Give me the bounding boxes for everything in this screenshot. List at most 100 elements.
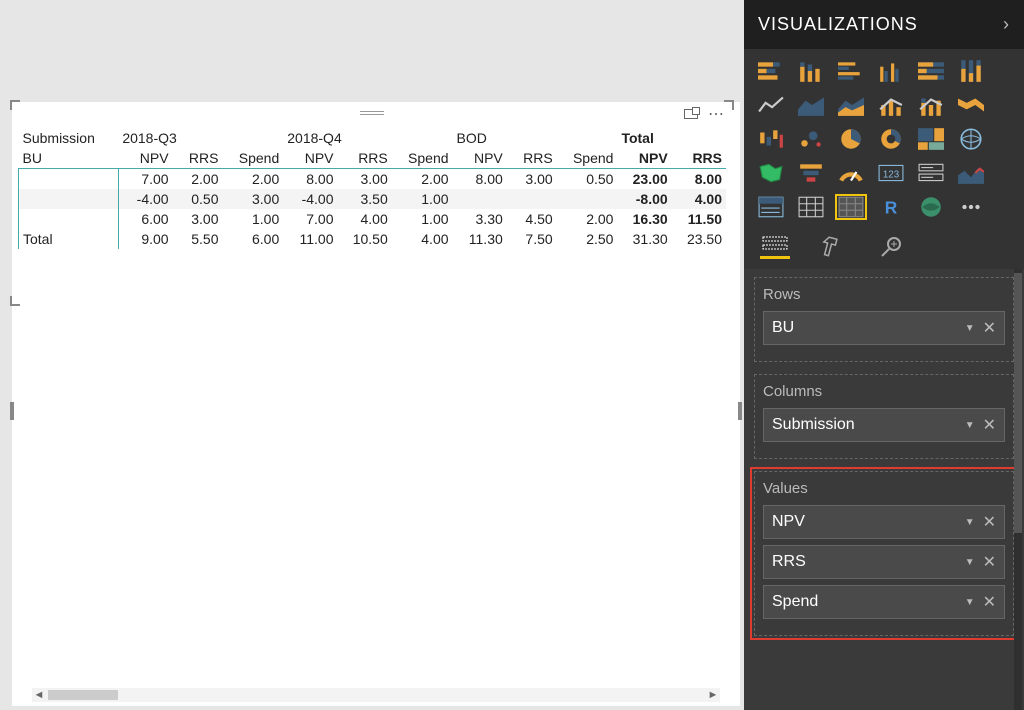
m-rrs-1: RRS [338, 148, 392, 169]
m-spend-1: Spend [392, 148, 453, 169]
pill-label: Spend [772, 593, 818, 611]
pill-label: BU [772, 319, 794, 337]
map-icon[interactable] [956, 127, 986, 151]
pill-label: NPV [772, 513, 805, 531]
matrix-icon[interactable] [836, 195, 866, 219]
field-pill-npv[interactable]: NPV ▼ ✕ [763, 505, 1005, 539]
m-npv-1: NPV [283, 148, 337, 169]
clustered-bar-icon[interactable] [836, 59, 866, 83]
field-pill-submission[interactable]: Submission ▼✕ [763, 408, 1005, 442]
rows-label: Rows [763, 286, 1005, 303]
line-stacked-icon[interactable] [916, 93, 946, 117]
pie-chart-icon[interactable] [836, 127, 866, 151]
panel-scrollbar[interactable] [1014, 269, 1022, 710]
funnel-chart-icon[interactable] [796, 161, 826, 185]
m-rrs-t: RRS [672, 148, 726, 169]
m-npv-t: NPV [617, 148, 671, 169]
col-group-2: BOD [453, 128, 618, 148]
scroll-left-icon[interactable]: ◄ [32, 689, 46, 701]
chevron-right-icon[interactable]: › [1003, 14, 1010, 35]
scatter-chart-icon[interactable] [796, 127, 826, 151]
scroll-thumb[interactable] [48, 690, 118, 700]
remove-icon[interactable]: ✕ [983, 552, 996, 572]
row-field-header: Submission [19, 128, 119, 148]
col-group-0: 2018-Q3 [118, 128, 283, 148]
remove-icon[interactable]: ✕ [983, 592, 996, 612]
canvas-page: ⋯ Submission 2018-Q3 [12, 102, 740, 706]
gauge-icon[interactable] [836, 161, 866, 185]
field-pill-rrs[interactable]: RRS ▼ ✕ [763, 545, 1005, 579]
stacked-column-100-icon[interactable] [956, 59, 986, 83]
line-chart-icon[interactable] [756, 93, 786, 117]
remove-icon[interactable]: ✕ [983, 512, 996, 532]
donut-chart-icon[interactable] [876, 127, 906, 151]
report-canvas[interactable]: ⋯ Submission 2018-Q3 [0, 0, 744, 710]
field-pill-bu[interactable]: BU ▼ ✕ [763, 311, 1005, 345]
area-chart-icon[interactable] [796, 93, 826, 117]
stacked-area-icon[interactable] [836, 93, 866, 117]
m-npv-0: NPV [118, 148, 172, 169]
stacked-column-icon[interactable] [796, 59, 826, 83]
remove-icon[interactable]: ✕ [983, 415, 996, 435]
chevron-down-icon[interactable]: ▼ [965, 557, 975, 568]
horizontal-scrollbar[interactable]: ◄ ► [32, 688, 720, 702]
more-options-icon[interactable]: ⋯ [708, 104, 724, 124]
table-row: 6.00 3.00 1.00 7.00 4.00 1.00 3.30 4.50 … [19, 209, 727, 229]
waterfall-icon[interactable] [756, 127, 786, 151]
table-row: 7.00 2.00 2.00 8.00 3.00 2.00 8.00 3.00 … [19, 169, 727, 190]
svg-text:R: R [885, 198, 898, 218]
card-icon[interactable]: 123 [876, 161, 906, 185]
chevron-down-icon[interactable]: ▼ [965, 420, 975, 431]
panel-scroll-thumb[interactable] [1014, 273, 1022, 533]
m-rrs-2: RRS [507, 148, 557, 169]
remove-icon[interactable]: ✕ [983, 318, 996, 338]
m-spend-2: Spend [557, 148, 618, 169]
columns-well[interactable]: Columns Submission ▼✕ [754, 374, 1014, 459]
m-npv-2: NPV [453, 148, 507, 169]
more-visuals-icon[interactable] [956, 195, 986, 219]
visual-header[interactable]: ⋯ [12, 102, 732, 124]
spacer [996, 59, 1024, 83]
table-icon[interactable] [796, 195, 826, 219]
panel-header[interactable]: VISUALIZATIONS › [744, 0, 1024, 49]
matrix-visual[interactable]: ⋯ Submission 2018-Q3 [12, 102, 732, 302]
focus-mode-icon[interactable] [684, 109, 698, 119]
col-group-1: 2018-Q4 [283, 128, 452, 148]
slicer-icon[interactable] [756, 195, 786, 219]
stacked-bar-icon[interactable] [756, 59, 786, 83]
visualizations-panel: VISUALIZATIONS › 123 R [744, 0, 1024, 710]
resize-handle-right[interactable] [738, 402, 742, 420]
drag-grip-icon[interactable] [360, 108, 384, 118]
chevron-down-icon[interactable]: ▼ [965, 597, 975, 608]
treemap-icon[interactable] [916, 127, 946, 151]
clustered-column-icon[interactable] [876, 59, 906, 83]
tab-fields[interactable] [760, 235, 790, 259]
chevron-down-icon[interactable]: ▼ [965, 517, 975, 528]
field-pill-spend[interactable]: Spend ▼ ✕ [763, 585, 1005, 619]
total-label: Total [19, 229, 119, 249]
rows-well[interactable]: Rows BU ▼ ✕ [754, 277, 1014, 362]
line-clustered-icon[interactable] [876, 93, 906, 117]
tab-format[interactable] [818, 235, 848, 259]
spacer [996, 161, 1024, 185]
svg-text:123: 123 [883, 169, 899, 180]
tab-analytics[interactable] [876, 235, 906, 259]
filled-map-icon[interactable] [756, 161, 786, 185]
col-group-total: Total [617, 128, 726, 148]
kpi-icon[interactable] [956, 161, 986, 185]
ribbon-chart-icon[interactable] [956, 93, 986, 117]
m-spend-0: Spend [222, 148, 283, 169]
stacked-bar-100-icon[interactable] [916, 59, 946, 83]
table-row: -4.00 0.50 3.00 -4.00 3.50 1.00 -8.00 4.… [19, 189, 727, 209]
spacer [996, 127, 1024, 151]
chevron-down-icon[interactable]: ▼ [965, 323, 975, 334]
multi-card-icon[interactable] [916, 161, 946, 185]
resize-handle-bl[interactable] [10, 296, 20, 306]
resize-handle-left[interactable] [10, 402, 14, 420]
scroll-right-icon[interactable]: ► [706, 689, 720, 701]
values-well[interactable]: Values NPV ▼✕ RRS ▼✕ Spend ▼✕ [754, 471, 1014, 636]
matrix-body: Submission 2018-Q3 2018-Q4 BOD Total BU … [12, 124, 732, 253]
pill-label: RRS [772, 553, 806, 571]
arcgis-map-icon[interactable] [916, 195, 946, 219]
r-visual-icon[interactable]: R [876, 195, 906, 219]
